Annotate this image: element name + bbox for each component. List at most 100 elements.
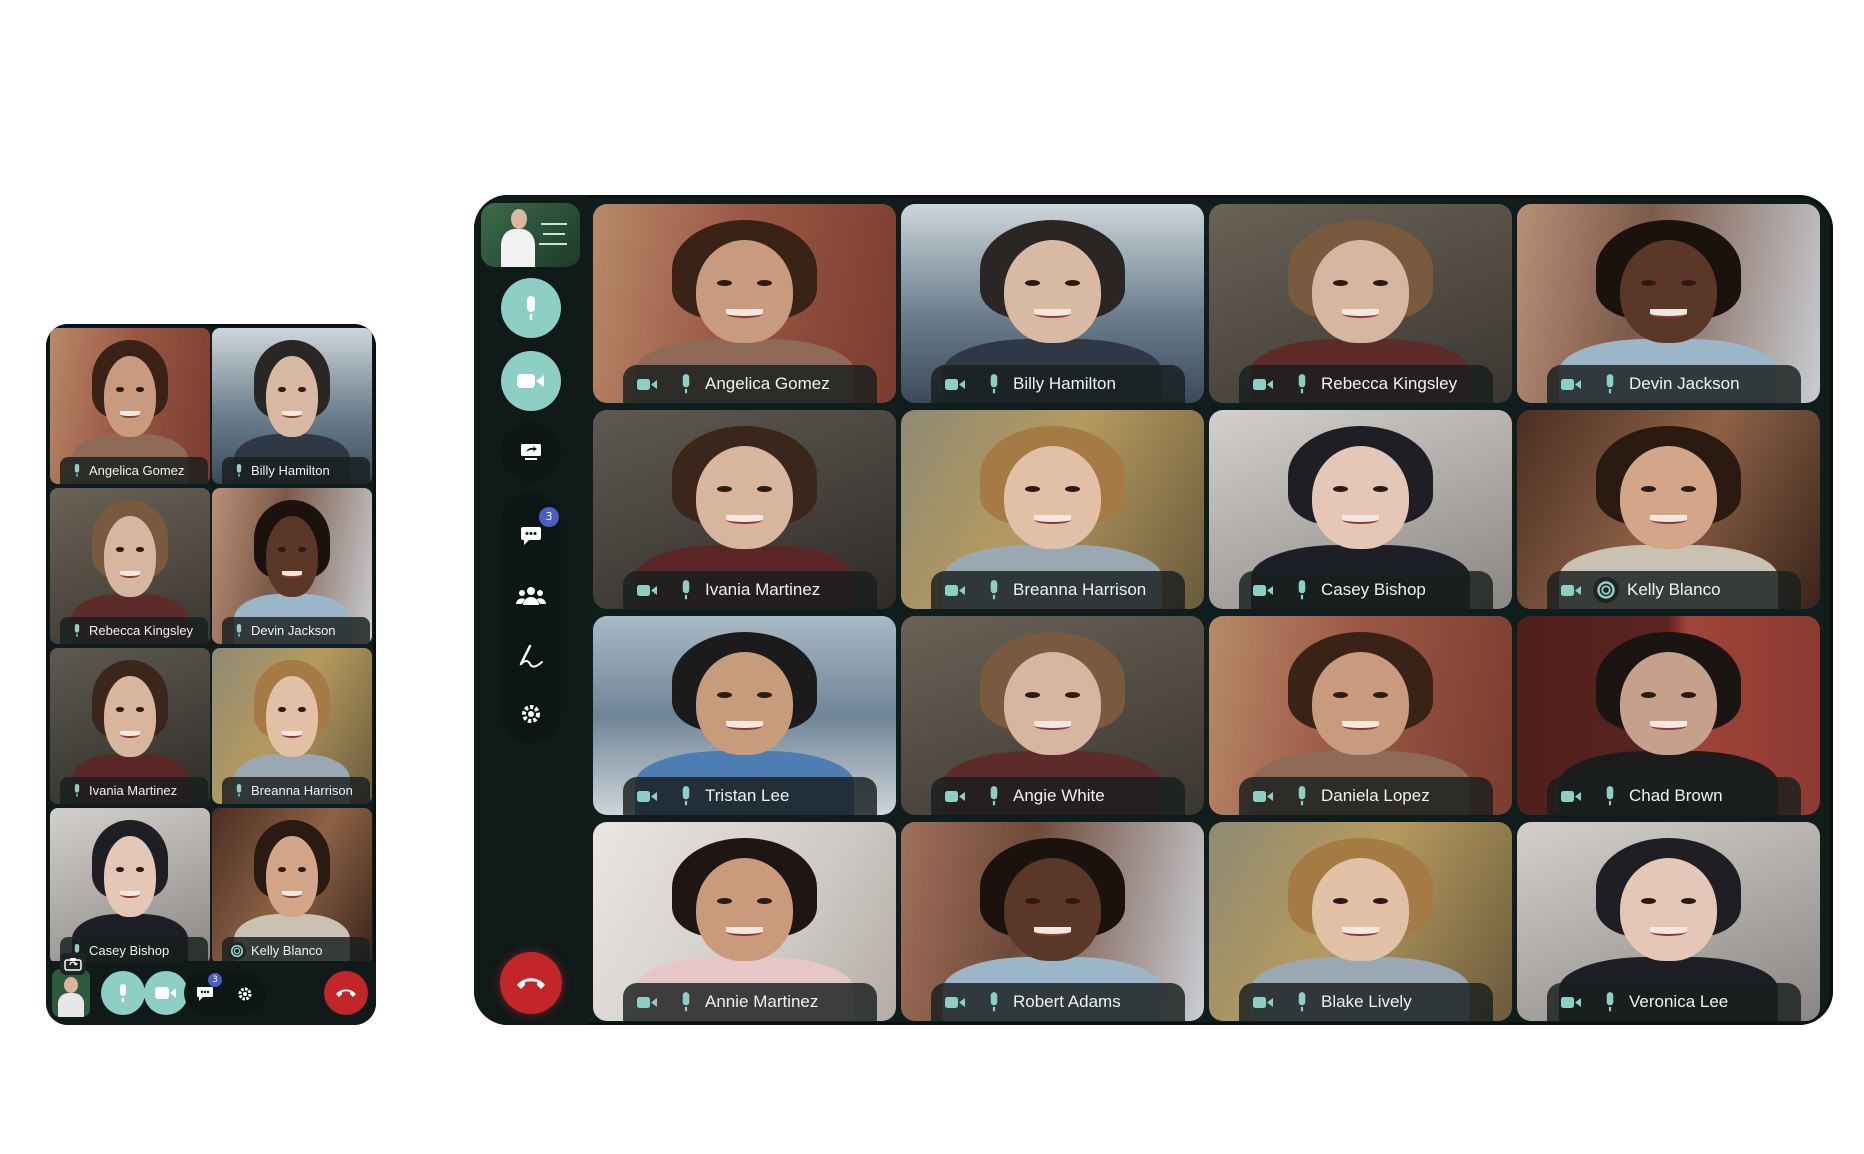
- participant-tile[interactable]: Rebecca Kingsley: [1209, 204, 1512, 403]
- participant-name-bar: Daniela Lopez: [1239, 777, 1493, 815]
- participant-name-bar: Angelica Gomez: [623, 365, 877, 403]
- participant-tile[interactable]: Veronica Lee: [1517, 822, 1820, 1021]
- mic-icon: [983, 373, 1005, 395]
- participant-video-eye: [115, 387, 124, 392]
- participants-icon: [516, 587, 546, 605]
- participant-video-mouth: [120, 410, 140, 419]
- camera-icon: [1253, 996, 1277, 1009]
- mic-icon: [232, 783, 246, 798]
- participant-tile[interactable]: Devin Jackson: [212, 488, 372, 644]
- participant-name: Angie White: [1013, 786, 1105, 805]
- participant-name-bar: Billy Hamilton: [931, 365, 1185, 403]
- switch-camera-icon[interactable]: [60, 953, 86, 975]
- participant-video-face: [696, 651, 793, 756]
- participant-video-eye: [1641, 691, 1657, 698]
- mobile-chat-button[interactable]: 3: [190, 973, 222, 1009]
- participant-name: Rebecca Kingsley: [89, 623, 194, 638]
- camera-icon: [1253, 584, 1277, 597]
- participant-video-face: [104, 516, 156, 598]
- participant-video-eye: [717, 279, 733, 286]
- participant-name: Daniela Lopez: [1321, 786, 1430, 805]
- participant-video-eye: [1333, 897, 1349, 904]
- mobile-settings-button[interactable]: [230, 979, 260, 1009]
- mic-button[interactable]: [501, 278, 561, 338]
- participants-button[interactable]: [501, 571, 561, 621]
- whiteboard-button[interactable]: [501, 631, 561, 681]
- participant-video-face: [1004, 651, 1101, 756]
- screen-share-button[interactable]: [501, 422, 561, 482]
- participant-name-bar: Breanna Harrison: [222, 777, 370, 804]
- mic-icon: [983, 579, 1005, 601]
- camera-icon: [945, 790, 969, 803]
- participant-tile[interactable]: Devin Jackson: [1517, 204, 1820, 403]
- participant-video-eye: [1641, 485, 1657, 492]
- mic-icon: [675, 991, 697, 1013]
- participant-name-bar: Annie Martinez: [623, 983, 877, 1021]
- participant-video-face: [266, 676, 318, 758]
- mic-icon: [1291, 991, 1313, 1013]
- participant-tile[interactable]: Tristan Lee: [593, 616, 896, 815]
- participant-video-face: [1620, 445, 1717, 550]
- participant-tile[interactable]: Blake Lively: [1209, 822, 1512, 1021]
- participant-tile[interactable]: Billy Hamilton: [212, 328, 372, 484]
- mic-icon: [120, 984, 126, 1002]
- settings-button[interactable]: [501, 689, 561, 739]
- mic-icon: [675, 579, 697, 601]
- participant-name-bar: Devin Jackson: [1547, 365, 1801, 403]
- settings-icon: [238, 987, 252, 1001]
- mic-icon: [983, 991, 1005, 1013]
- participant-tile[interactable]: Casey Bishop: [1209, 410, 1512, 609]
- participant-tile[interactable]: Kelly Blanco: [212, 808, 372, 964]
- participant-tile[interactable]: Casey Bishop: [50, 808, 210, 964]
- participant-tile[interactable]: Daniela Lopez: [1209, 616, 1512, 815]
- participant-tile[interactable]: Ivania Martinez: [50, 648, 210, 804]
- mobile-self-preview[interactable]: [52, 969, 90, 1017]
- participant-video-face: [104, 836, 156, 918]
- participant-name: Angelica Gomez: [705, 374, 830, 393]
- participant-tile[interactable]: Angie White: [901, 616, 1204, 815]
- self-preview[interactable]: [481, 203, 580, 267]
- participant-video-face: [1620, 239, 1717, 344]
- participant-tile[interactable]: Rebecca Kingsley: [50, 488, 210, 644]
- camera-icon: [1253, 378, 1277, 391]
- camera-icon: [1561, 378, 1585, 391]
- mobile-camera-button[interactable]: [144, 971, 188, 1015]
- participant-video-mouth: [282, 890, 302, 899]
- participant-video-face: [1312, 857, 1409, 962]
- participant-video-face: [1312, 651, 1409, 756]
- settings-icon: [522, 705, 540, 723]
- participant-tile[interactable]: Ivania Martinez: [593, 410, 896, 609]
- mic-icon: [1599, 991, 1621, 1013]
- participant-video-eye: [756, 691, 772, 698]
- whiteboard-icon: [519, 644, 543, 668]
- participant-name-bar: Blake Lively: [1239, 983, 1493, 1021]
- participant-video-eye: [277, 547, 286, 552]
- chat-icon: [197, 987, 213, 1001]
- participant-name-bar: Robert Adams: [931, 983, 1185, 1021]
- participant-tile[interactable]: Billy Hamilton: [901, 204, 1204, 403]
- participant-tile[interactable]: Robert Adams: [901, 822, 1204, 1021]
- participant-tile[interactable]: Angelica Gomez: [593, 204, 896, 403]
- participant-tile[interactable]: Kelly Blanco: [1517, 410, 1820, 609]
- hang-up-button[interactable]: [500, 952, 562, 1014]
- participant-tile[interactable]: Chad Brown: [1517, 616, 1820, 815]
- mobile-hang-up-button[interactable]: [324, 971, 368, 1015]
- participant-tile[interactable]: Breanna Harrison: [212, 648, 372, 804]
- participant-video-eye: [1064, 897, 1080, 904]
- participant-video-face: [1004, 445, 1101, 550]
- chat-button[interactable]: 3: [501, 507, 561, 561]
- participant-video-eye: [277, 867, 286, 872]
- participant-tile[interactable]: Angelica Gomez: [50, 328, 210, 484]
- participant-video-mouth: [120, 890, 140, 899]
- participant-video-eye: [277, 707, 286, 712]
- participant-video-eye: [1333, 485, 1349, 492]
- mobile-mic-button[interactable]: [101, 971, 145, 1015]
- participant-name-bar: Angie White: [931, 777, 1185, 815]
- camera-button[interactable]: [501, 351, 561, 411]
- participant-tile[interactable]: Breanna Harrison: [901, 410, 1204, 609]
- camera-icon: [637, 790, 661, 803]
- camera-icon: [945, 584, 969, 597]
- camera-icon: [517, 374, 544, 388]
- participant-name: Rebecca Kingsley: [1321, 374, 1458, 393]
- participant-tile[interactable]: Annie Martinez: [593, 822, 896, 1021]
